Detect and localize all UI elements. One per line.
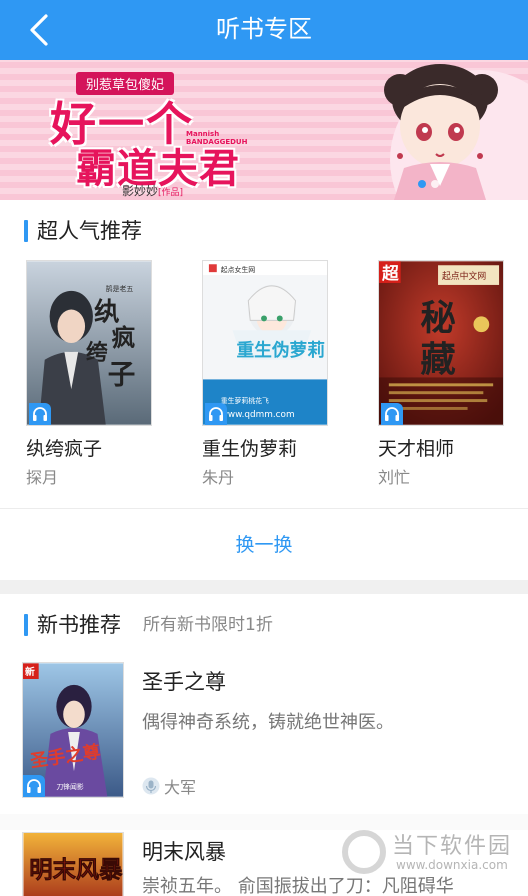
book-cover: 超 起点中文网 秘 藏 — [378, 260, 504, 426]
svg-text:超: 超 — [381, 263, 399, 283]
section-gap — [0, 580, 528, 594]
carousel-dot[interactable] — [431, 180, 439, 188]
svg-text:重生伪萝莉: 重生伪萝莉 — [236, 339, 325, 361]
book-description: 偶得神奇系统，铸就绝世神医。 — [142, 712, 394, 733]
refresh-button[interactable]: 换一换 — [0, 510, 528, 580]
book-author: 朱丹 — [202, 468, 235, 487]
popular-book-card[interactable]: 超 起点中文网 秘 藏 天才相师 刘忙 — [378, 260, 508, 492]
cover-author-text: 鹄是老五 — [106, 284, 134, 293]
book-author: 探月 — [26, 468, 59, 487]
svg-text:起点中文网: 起点中文网 — [442, 270, 486, 282]
book-title: 圣手之尊 — [142, 670, 226, 694]
banner-english-text: Mannish BANDAGGEDUH — [186, 130, 248, 146]
book-cover-art: 超 起点中文网 秘 藏 — [379, 261, 503, 425]
svg-text:明末风暴: 明末风暴 — [29, 857, 123, 884]
section-accent-bar — [24, 614, 28, 636]
cover-site-text: www.qdmm.com — [221, 410, 295, 420]
watermark-logo-icon — [342, 830, 386, 874]
page-title: 听书专区 — [216, 15, 312, 43]
svg-text:新: 新 — [25, 665, 35, 678]
book-cover: 新 圣手之尊 刀锋闻影 — [22, 662, 124, 798]
headphones-icon — [27, 779, 41, 793]
list-item[interactable]: 新 圣手之尊 刀锋闻影 圣手之尊 偶得神奇系统，铸就绝世神医。 大军 — [0, 662, 528, 812]
narrator-name: 大军 — [164, 778, 197, 797]
watermark-text: 当下软件园 — [392, 834, 513, 859]
carousel-indicator — [418, 180, 439, 188]
audiobook-badge — [23, 775, 45, 797]
section-title: 超人气推荐 — [37, 219, 142, 243]
book-narrator: 大军 — [142, 774, 196, 798]
audiobook-badge — [381, 403, 403, 425]
section-subtitle: 所有新书限时1折 — [143, 615, 273, 635]
book-title: 明末风暴 — [142, 840, 226, 864]
book-title: 天才相师 — [378, 438, 455, 460]
section-accent-bar — [24, 220, 28, 242]
watermark: 当下软件园 www.downxia.com — [340, 826, 520, 890]
headphones-icon — [385, 407, 399, 421]
new-books-section-header: 新书推荐 所有新书限时1折 — [0, 596, 528, 652]
book-cover: 明末风暴 — [22, 832, 124, 896]
book-cover-art: 起点女生网 重生伪萝莉 重生萝莉桃花飞 www.qdmm.com — [203, 261, 327, 425]
top-bar: 听书专区 — [0, 0, 528, 60]
svg-text:重生萝莉桃花飞: 重生萝莉桃花飞 — [221, 396, 269, 405]
svg-text:起点女生网: 起点女生网 — [221, 265, 256, 274]
divider — [0, 508, 528, 509]
carousel-dot-active[interactable] — [418, 180, 426, 188]
svg-text:刀锋闻影: 刀锋闻影 — [56, 782, 84, 791]
svg-text:子: 子 — [108, 358, 136, 390]
popular-book-card[interactable]: 鹄是老五 纨 疯 绔 子 纨绔疯子 探月 — [26, 260, 156, 492]
audiobook-badge — [29, 403, 51, 425]
book-cover: 起点女生网 重生伪萝莉 重生萝莉桃花飞 www.qdmm.com — [202, 260, 328, 426]
promo-banner[interactable]: 别惹草包傻妃 好一个 霸道夫君 Mannish BANDAGGEDUH 影妙妙[… — [0, 60, 528, 200]
banner-character-illustration — [384, 64, 498, 200]
section-title: 新书推荐 — [37, 613, 121, 637]
audiobook-badge — [205, 403, 227, 425]
book-author: 刘忙 — [378, 468, 411, 487]
book-title: 纨绔疯子 — [26, 438, 103, 460]
svg-text:秘: 秘 — [420, 298, 455, 339]
svg-text:疯: 疯 — [112, 324, 136, 352]
svg-text:藏: 藏 — [420, 340, 455, 381]
svg-text:纨: 纨 — [94, 296, 120, 327]
popular-book-card[interactable]: 起点女生网 重生伪萝莉 重生萝莉桃花飞 www.qdmm.com 重生伪萝莉 朱… — [202, 260, 332, 492]
popular-section-header: 超人气推荐 — [0, 202, 528, 258]
book-title: 重生伪萝莉 — [202, 438, 298, 460]
banner-author: 影妙妙[作品] — [122, 184, 184, 198]
book-cover-art: 鹄是老五 纨 疯 绔 子 — [27, 261, 151, 425]
headphones-icon — [33, 407, 47, 421]
headphones-icon — [209, 407, 223, 421]
microphone-icon — [142, 777, 160, 795]
book-cover: 鹄是老五 纨 疯 绔 子 — [26, 260, 152, 426]
book-cover-art: 明末风暴 — [23, 833, 123, 896]
watermark-url: www.downxia.com — [396, 858, 508, 872]
svg-text:绔: 绔 — [86, 340, 108, 366]
